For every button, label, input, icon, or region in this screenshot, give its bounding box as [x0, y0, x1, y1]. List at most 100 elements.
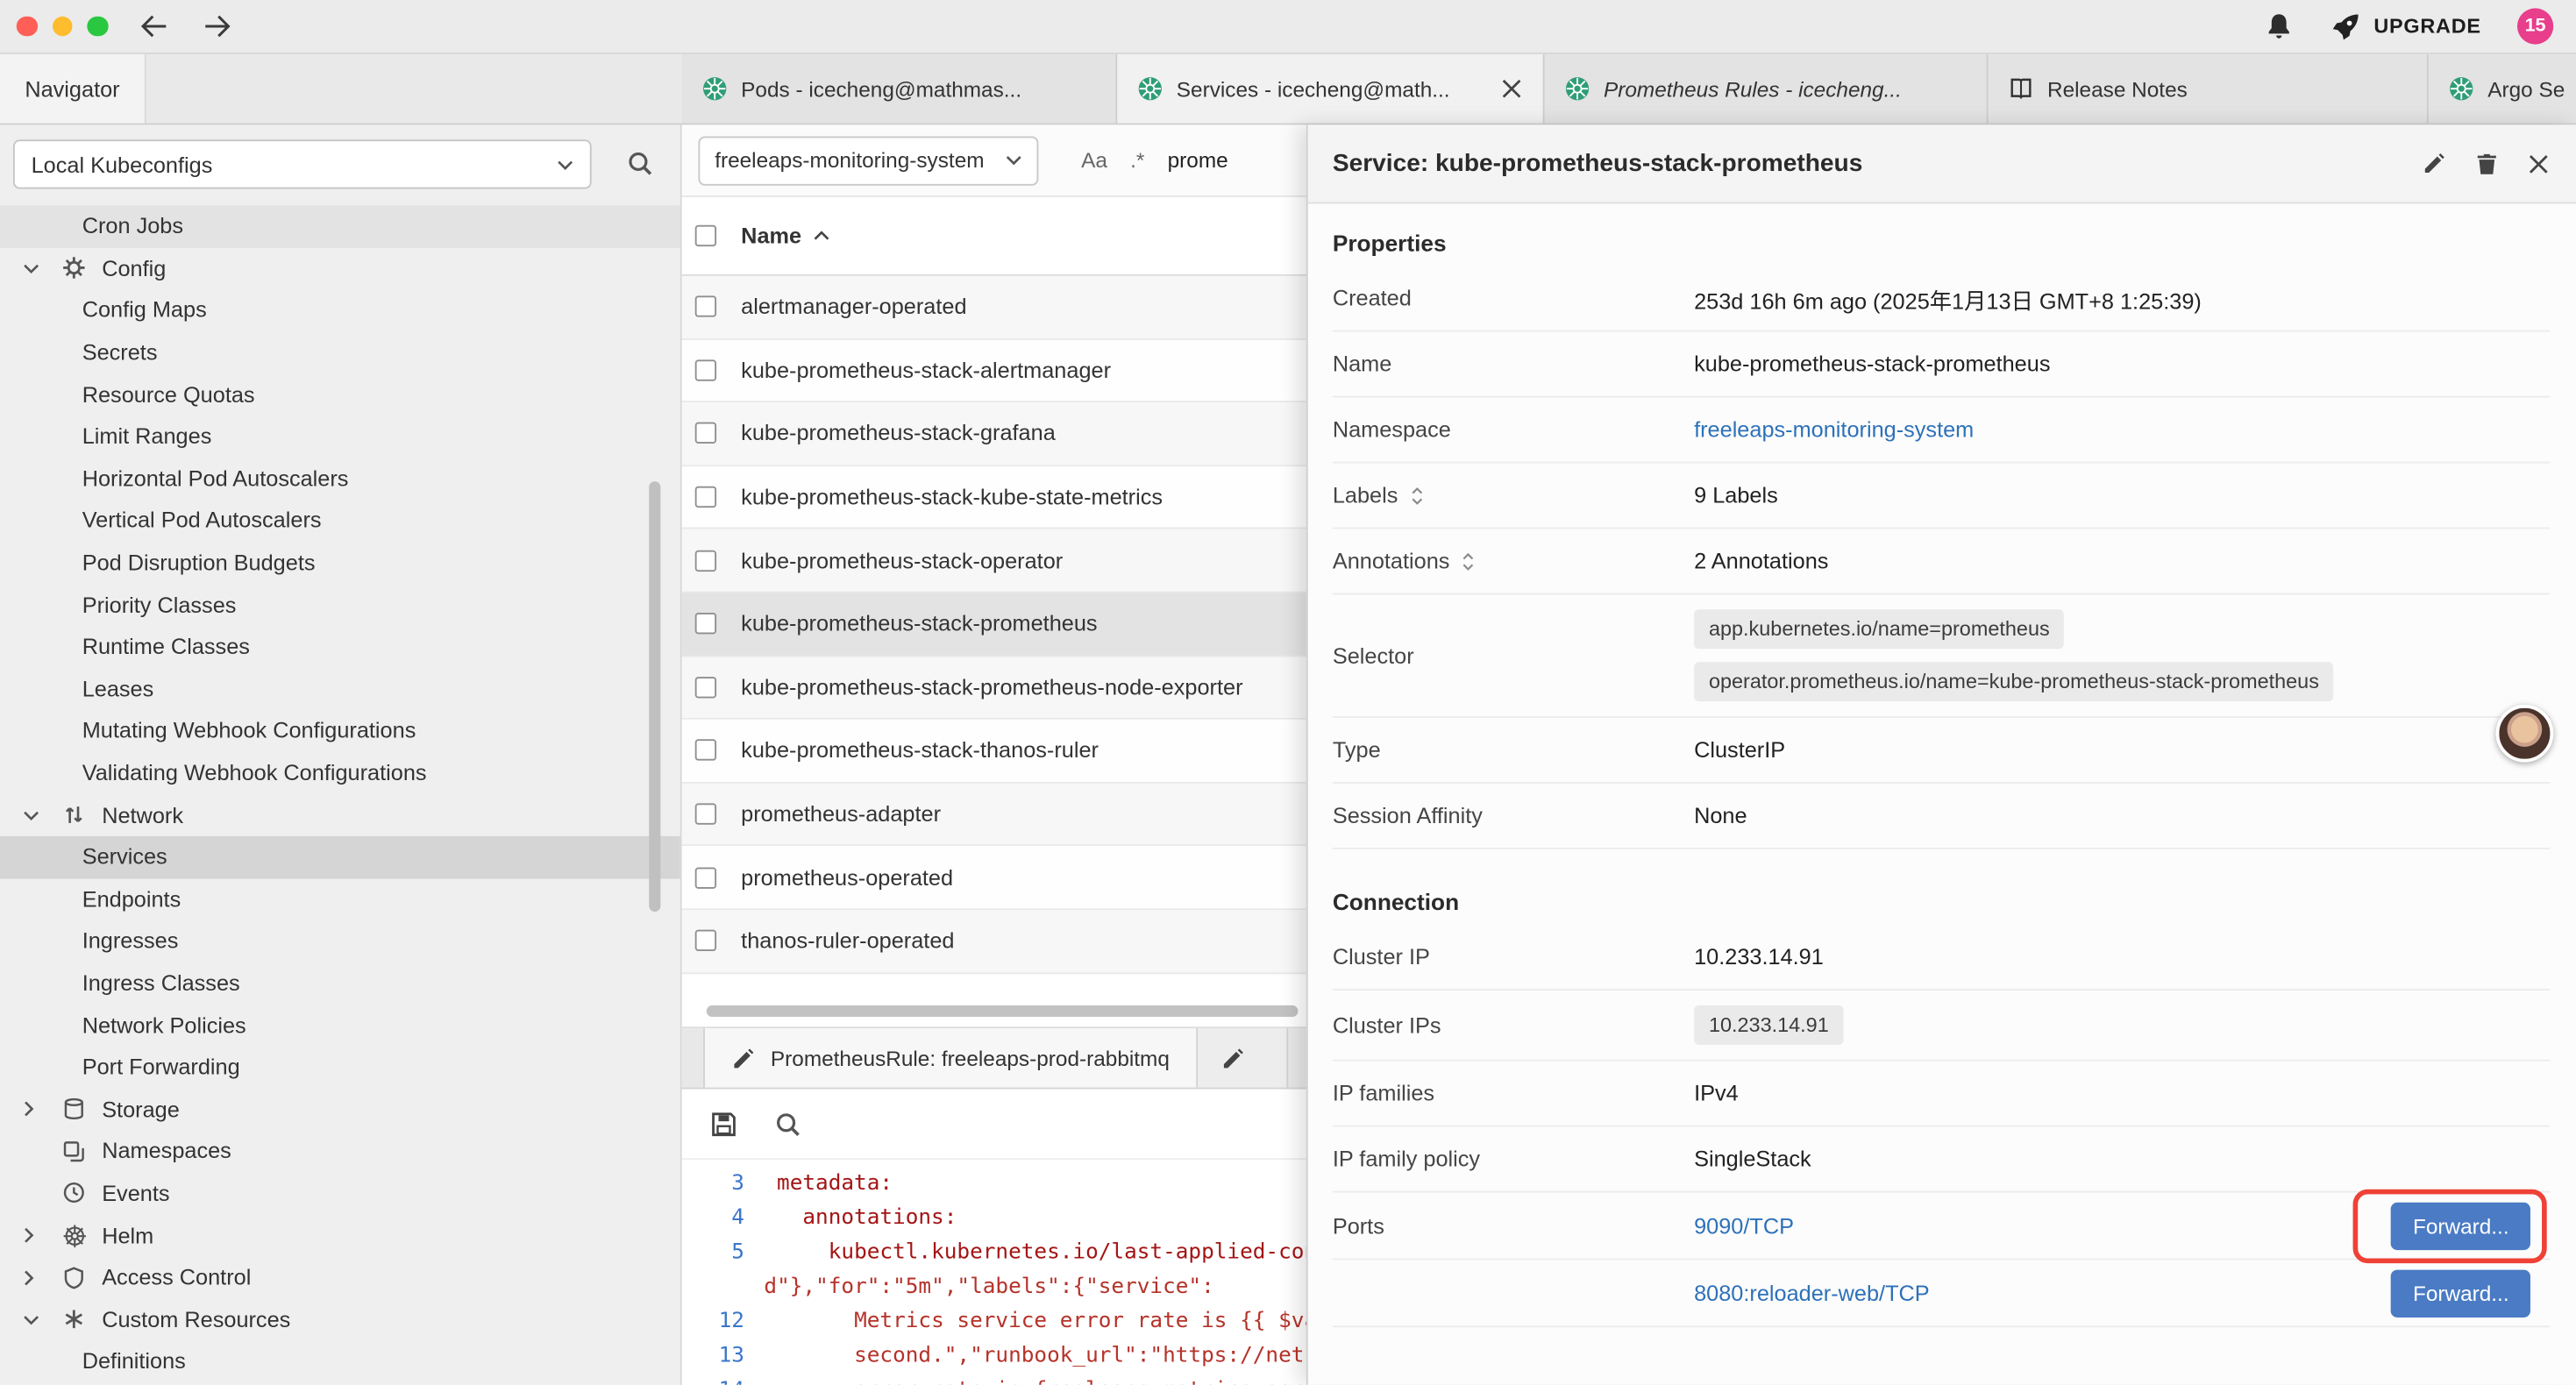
namespace-selector[interactable]: freeleaps-monitoring-system: [698, 136, 1038, 185]
sidebar-item-resource-quotas[interactable]: Resource Quotas: [0, 373, 680, 416]
row-checkbox[interactable]: [695, 930, 716, 951]
dock-tab-partial[interactable]: [1198, 1028, 1288, 1087]
sidebar-item-access-control[interactable]: Access Control: [0, 1256, 680, 1298]
sidebar-item-runtime-classes[interactable]: Runtime Classes: [0, 626, 680, 668]
sidebar-item-ingresses[interactable]: Ingresses: [0, 920, 680, 962]
sidebar-item-services[interactable]: Services: [0, 836, 680, 878]
chevron-right-icon[interactable]: [23, 1101, 49, 1118]
sidebar-item-label: Port Forwarding: [82, 1055, 240, 1079]
tab-argo-se[interactable]: Argo Se: [2429, 54, 2576, 124]
helm-icon: [62, 1223, 89, 1247]
sidebar-item-label: Pod Disruption Budgets: [82, 550, 316, 575]
forward-button[interactable]: Forward...: [2392, 1269, 2530, 1317]
sidebar-item-horizontal-pod-autoscalers[interactable]: Horizontal Pod Autoscalers: [0, 458, 680, 500]
chevron-down-icon[interactable]: [23, 809, 49, 820]
row-checkbox[interactable]: [695, 613, 716, 634]
row-checkbox[interactable]: [695, 550, 716, 571]
select-all-checkbox[interactable]: [695, 225, 716, 246]
detail-value: 2 Annotations: [1694, 534, 2550, 588]
edit-icon[interactable]: [2422, 151, 2446, 175]
line-number: 14: [682, 1374, 765, 1385]
sidebar-item-ingress-classes[interactable]: Ingress Classes: [0, 962, 680, 1005]
sidebar-item-endpoints[interactable]: Endpoints: [0, 878, 680, 920]
sidebar-item-namespaces[interactable]: Namespaces: [0, 1130, 680, 1172]
sidebar-item-network[interactable]: Network: [0, 794, 680, 836]
upgrade-button[interactable]: UPGRADE: [2330, 11, 2481, 42]
close-icon[interactable]: [1487, 77, 1523, 100]
row-checkbox[interactable]: [695, 867, 716, 888]
delete-icon[interactable]: [2474, 151, 2499, 175]
save-icon[interactable]: [710, 1110, 738, 1138]
sidebar-item-leases[interactable]: Leases: [0, 668, 680, 710]
sidebar-item-pod-disruption-budgets[interactable]: Pod Disruption Budgets: [0, 542, 680, 584]
namespace-link[interactable]: freeleaps-monitoring-system: [1694, 417, 2550, 442]
close-window-button[interactable]: [17, 16, 37, 36]
detail-row-port: 8080:reloader-web/TCP Forward...: [1333, 1260, 2551, 1327]
tab-prometheus-rules-icecheng[interactable]: Prometheus Rules - icecheng...: [1545, 54, 1989, 124]
sidebar-item-secrets[interactable]: Secrets: [0, 331, 680, 373]
forward-arrow-icon[interactable]: [200, 13, 232, 39]
service-name: alertmanager-operated: [741, 295, 966, 319]
back-arrow-icon[interactable]: [137, 13, 169, 39]
sidebar-item-label: Cron Jobs: [82, 214, 183, 238]
forward-button[interactable]: Forward...: [2392, 1202, 2530, 1249]
tab-release-notes[interactable]: Release Notes: [1989, 54, 2429, 124]
sidebar-item-label: Storage: [102, 1097, 180, 1121]
detail-value: None: [1694, 789, 2550, 843]
match-case-toggle[interactable]: Aa: [1081, 148, 1107, 173]
row-checkbox[interactable]: [695, 359, 716, 380]
minimize-window-button[interactable]: [52, 16, 72, 36]
value-badge: app.kubernetes.io/name=prometheus: [1694, 609, 2064, 649]
sidebar-item-mutating-webhook-configurations[interactable]: Mutating Webhook Configurations: [0, 710, 680, 752]
avatar[interactable]: [2496, 705, 2554, 763]
close-icon[interactable]: [2527, 152, 2550, 174]
sidebar-item-network-policies[interactable]: Network Policies: [0, 1005, 680, 1047]
sidebar-item-storage[interactable]: Storage: [0, 1088, 680, 1130]
sidebar-scrollbar[interactable]: [649, 481, 660, 912]
search-icon[interactable]: [626, 150, 654, 178]
sidebar-item-custom-resources[interactable]: Custom Resources: [0, 1298, 680, 1340]
sidebar-item-config[interactable]: Config: [0, 247, 680, 289]
chevron-right-icon[interactable]: [23, 1227, 49, 1244]
sidebar-item-config-maps[interactable]: Config Maps: [0, 289, 680, 331]
row-checkbox[interactable]: [695, 677, 716, 698]
row-checkbox[interactable]: [695, 423, 716, 444]
chevron-right-icon[interactable]: [23, 1269, 49, 1286]
row-checkbox[interactable]: [695, 740, 716, 761]
kubeconfig-selector-value: Local Kubeconfigs: [32, 152, 213, 176]
notification-count-badge[interactable]: 15: [2517, 8, 2553, 44]
chevron-down-icon[interactable]: [23, 263, 49, 274]
regex-toggle[interactable]: .*: [1130, 148, 1144, 173]
search-icon[interactable]: [774, 1110, 802, 1138]
name-column-header[interactable]: Name: [741, 224, 801, 248]
port-link[interactable]: 9090/TCP: [1694, 1213, 1794, 1238]
sidebar-item-priority-classes[interactable]: Priority Classes: [0, 584, 680, 626]
port-link[interactable]: 8080:reloader-web/TCP: [1694, 1281, 1930, 1305]
row-checkbox[interactable]: [695, 803, 716, 824]
sidebar-item-vertical-pod-autoscalers[interactable]: Vertical Pod Autoscalers: [0, 500, 680, 542]
zoom-window-button[interactable]: [87, 16, 107, 36]
row-checkbox[interactable]: [695, 487, 716, 508]
sidebar-item-port-forwarding[interactable]: Port Forwarding: [0, 1047, 680, 1089]
kubernetes-icon: [1564, 75, 1590, 102]
search-input[interactable]: prome: [1168, 148, 1228, 173]
tab-pods-icecheng-mathmas[interactable]: Pods - icecheng@mathmas...: [682, 54, 1118, 124]
chevron-down-icon[interactable]: [23, 1314, 49, 1325]
sort-updown-icon[interactable]: [1410, 486, 1425, 505]
sort-updown-icon[interactable]: [1462, 551, 1477, 571]
tab-services-icecheng-math[interactable]: Services - icecheng@math...: [1117, 54, 1544, 124]
navigator-sidebar: Local Kubeconfigs Cron Jobs ConfigConfig …: [0, 124, 682, 1384]
sidebar-item-validating-webhook-configurations[interactable]: Validating Webhook Configurations: [0, 752, 680, 794]
sort-ascending-icon[interactable]: [813, 230, 829, 241]
detail-value: app.kubernetes.io/name=prometheusoperato…: [1694, 594, 2550, 716]
sidebar-item-helm[interactable]: Helm: [0, 1214, 680, 1256]
kubeconfig-selector[interactable]: Local Kubeconfigs: [13, 139, 592, 188]
horizontal-scrollbar[interactable]: [707, 1005, 1299, 1017]
sidebar-item-events[interactable]: Events: [0, 1172, 680, 1214]
sidebar-item-definitions[interactable]: Definitions: [0, 1340, 680, 1382]
dock-tab-prometheusrule[interactable]: PrometheusRule: freeleaps-prod-rabbitmq: [703, 1028, 1198, 1087]
sidebar-item-limit-ranges[interactable]: Limit Ranges: [0, 416, 680, 458]
sidebar-item-cron-jobs[interactable]: Cron Jobs: [0, 205, 680, 247]
bell-icon[interactable]: [2264, 11, 2294, 41]
row-checkbox[interactable]: [695, 296, 716, 317]
